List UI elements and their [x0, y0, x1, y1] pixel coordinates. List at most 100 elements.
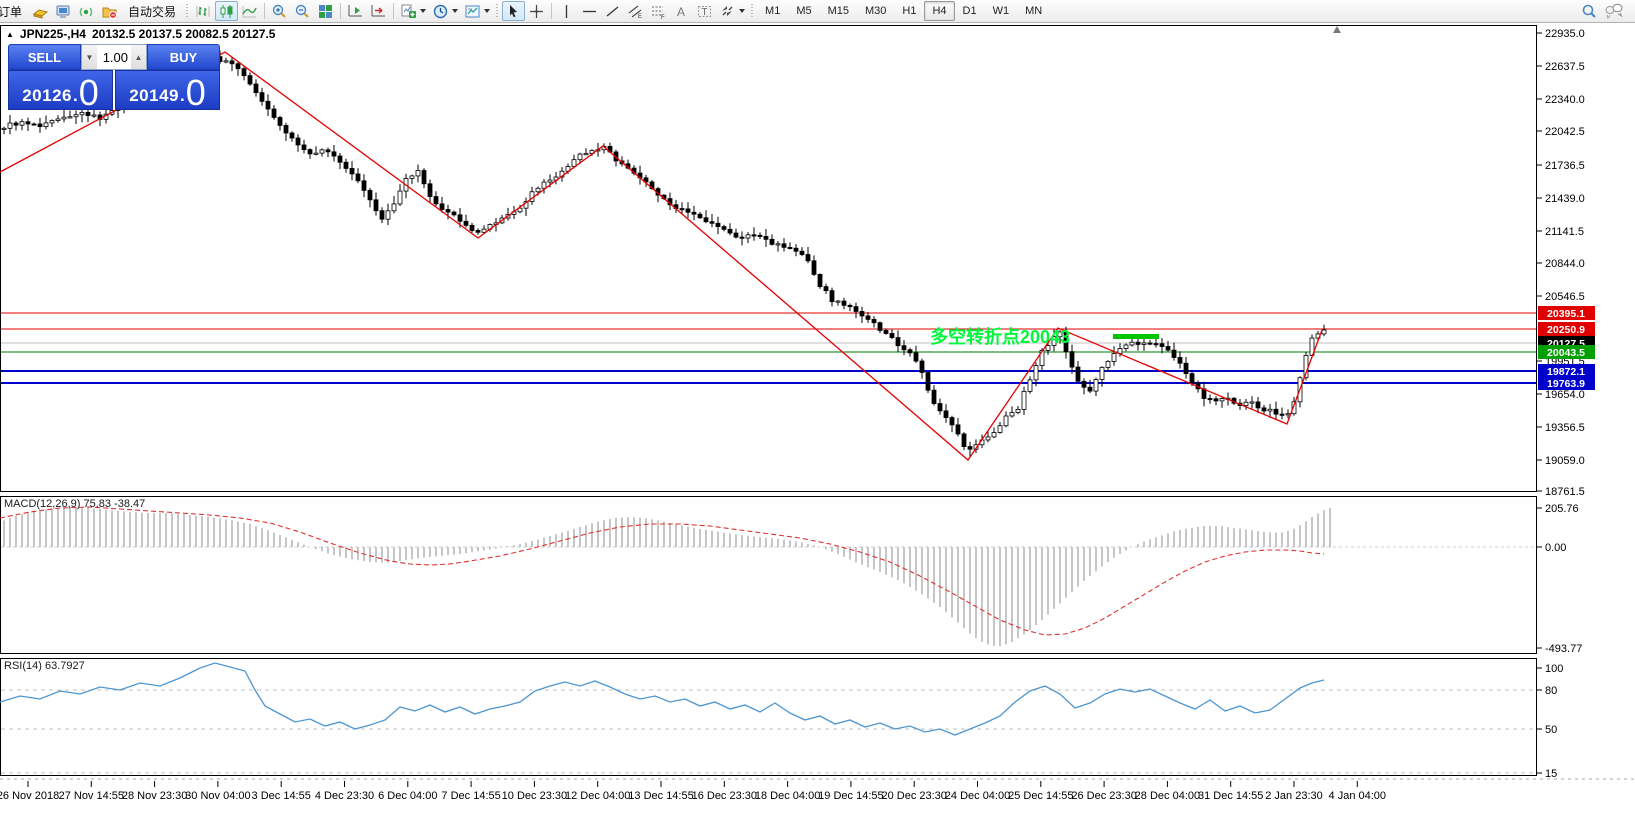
timeframe-m1[interactable]: M1: [757, 1, 788, 21]
candle-body: [2, 128, 6, 129]
candle-body: [290, 133, 294, 138]
timeframe-w1[interactable]: W1: [985, 1, 1018, 21]
candle-body: [62, 117, 66, 119]
candle-body: [356, 174, 360, 181]
text-button[interactable]: A: [670, 1, 693, 21]
rsi-tick-label: 15: [1545, 768, 1557, 780]
candle-body: [452, 212, 456, 215]
buy-price[interactable]: 20149.0: [115, 70, 220, 110]
zoom-out-icon[interactable]: [291, 1, 314, 21]
sell-button[interactable]: SELL: [8, 44, 81, 70]
toolbar-separator: [340, 3, 341, 19]
periods-button[interactable]: [429, 1, 461, 21]
timeframe-mn[interactable]: MN: [1017, 1, 1050, 21]
sell-price[interactable]: 20126.0: [8, 70, 113, 110]
toolbar-grip: [495, 4, 500, 19]
candle-body: [1142, 343, 1146, 344]
bar-chart-icon[interactable]: [192, 1, 215, 21]
volume-increase-button[interactable]: ▲: [131, 45, 146, 69]
signal-icon[interactable]: [75, 1, 98, 21]
time-axis-label: 4 Jan 04:00: [1329, 790, 1387, 802]
chart-annotation-text[interactable]: 多空转折点20043: [930, 323, 1070, 349]
timeframe-d1[interactable]: D1: [955, 1, 985, 21]
autotrade-button[interactable]: 自动交易: [121, 1, 183, 21]
chart-ohlc-values: 20132.5 20137.5 20082.5 20127.5: [92, 27, 276, 41]
channel-button[interactable]: E: [624, 1, 647, 21]
candle-body: [1274, 409, 1278, 414]
templates-button[interactable]: [461, 1, 493, 21]
candle-body: [734, 233, 738, 237]
volume-decrease-button[interactable]: ▼: [82, 45, 97, 69]
chart-title: ▲ JPN225-,H4 20132.5 20137.5 20082.5 201…: [6, 27, 275, 41]
timeframe-m30[interactable]: M30: [857, 1, 894, 21]
candle-body: [332, 152, 336, 156]
indicators-button[interactable]: [397, 1, 429, 21]
candle-body: [944, 411, 948, 418]
timeframe-group: M1M5M15M30H1H4D1W1MN: [757, 0, 1050, 23]
candle-body: [434, 197, 438, 204]
candle-body: [824, 287, 828, 291]
horizontal-line-button[interactable]: [578, 1, 601, 21]
candle-body: [788, 247, 792, 248]
candle-body: [1094, 379, 1098, 391]
candle-body: [938, 404, 942, 411]
line-chart-icon[interactable]: [238, 1, 261, 21]
expand-triangle-icon[interactable]: ▲: [6, 30, 14, 39]
candle-body: [728, 229, 732, 233]
cursor-button[interactable]: [502, 1, 525, 21]
buy-price-base: 20149: [129, 86, 179, 106]
label-button[interactable]: T: [693, 1, 716, 21]
price-tick-label: 21736.5: [1545, 160, 1585, 172]
vertical-line-button[interactable]: [555, 1, 578, 21]
candlestick-chart-icon[interactable]: [215, 1, 238, 21]
timeframe-h4[interactable]: H4: [924, 1, 954, 21]
tile-windows-icon[interactable]: [314, 1, 337, 21]
candle-body: [830, 291, 834, 302]
fibonacci-button[interactable]: F: [647, 1, 670, 21]
candle-body: [800, 251, 804, 254]
candle-body: [92, 115, 96, 116]
candle-body: [1214, 399, 1218, 401]
buy-button[interactable]: BUY: [147, 44, 220, 70]
price-line-label: 20043.5: [1547, 347, 1585, 359]
timeframe-m15[interactable]: M15: [820, 1, 857, 21]
candle-body: [842, 301, 846, 305]
price-tick-label: 20546.5: [1545, 291, 1585, 303]
candle-body: [1124, 345, 1128, 349]
candle-body: [374, 200, 378, 211]
green-trend-segment[interactable]: [1113, 334, 1159, 339]
market-watch-icon[interactable]: [52, 1, 75, 21]
candle-body: [782, 244, 786, 248]
candle-body: [704, 218, 708, 222]
crosshair-button[interactable]: [525, 1, 548, 21]
candle-body: [1322, 330, 1326, 334]
candle-body: [1172, 350, 1176, 357]
timeframe-h1[interactable]: H1: [894, 1, 924, 21]
candle-body: [998, 426, 1002, 433]
chart-canvas[interactable]: 22935.022637.522340.022042.521736.521439…: [0, 0, 1635, 815]
arrows-button[interactable]: [716, 1, 748, 21]
timeframe-m5[interactable]: M5: [788, 1, 819, 21]
new-order-button[interactable]: 订单: [0, 1, 29, 21]
candle-body: [1022, 391, 1026, 409]
trendline-button[interactable]: [601, 1, 624, 21]
chart-shift-icon[interactable]: [367, 1, 390, 21]
search-icon[interactable]: [1578, 1, 1601, 21]
candle-body: [698, 214, 702, 218]
zoom-in-icon[interactable]: [268, 1, 291, 21]
gold-bar-icon[interactable]: [29, 1, 52, 21]
candle-body: [278, 117, 282, 125]
candle-body: [338, 156, 342, 162]
auto-scroll-icon[interactable]: [344, 1, 367, 21]
volume-value[interactable]: 1.00: [97, 45, 131, 69]
time-axis-label: 13 Dec 14:55: [628, 790, 693, 802]
time-axis-label: 26 Dec 23:30: [1071, 790, 1136, 802]
candle-body: [884, 330, 888, 333]
candle-body: [1280, 414, 1284, 415]
market-icon[interactable]: [98, 1, 121, 21]
chat-icon[interactable]: [1601, 1, 1627, 21]
sell-price-base: 20126: [22, 86, 72, 106]
candle-body: [926, 372, 930, 390]
time-axis-label: 27 Nov 14:55: [59, 790, 124, 802]
candle-body: [308, 150, 312, 154]
